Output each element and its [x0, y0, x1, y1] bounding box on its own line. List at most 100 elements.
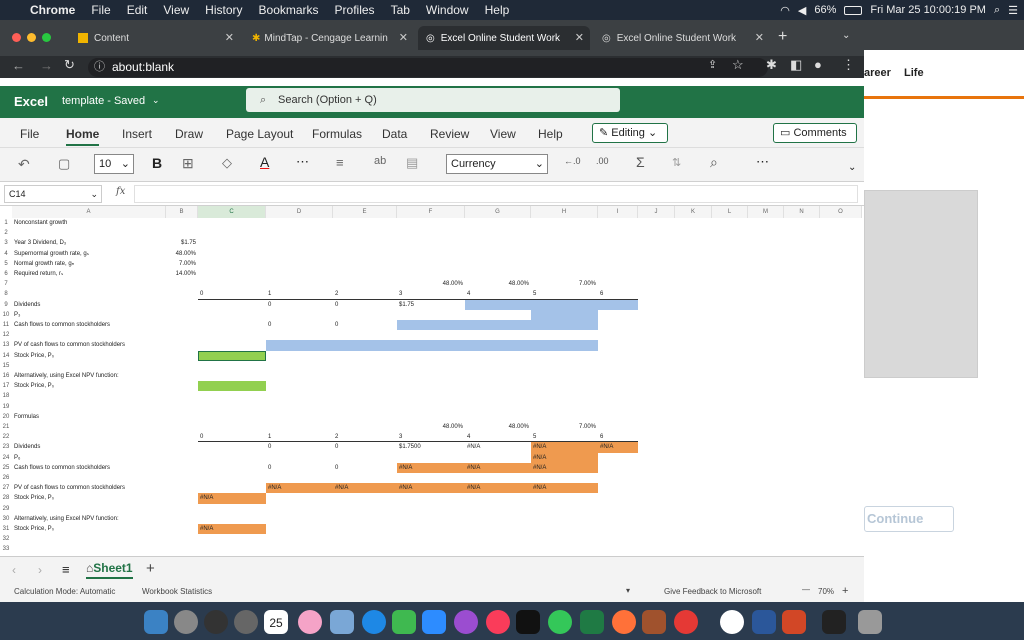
cell[interactable]: 7.00%: [531, 422, 596, 432]
close-tab-icon[interactable]: ✕: [399, 31, 408, 44]
menu-tab[interactable]: Tab: [391, 3, 410, 17]
column-header-j[interactable]: J: [638, 206, 675, 218]
increase-decimal-icon[interactable]: ←.0: [564, 156, 581, 166]
cell[interactable]: 7.00%: [531, 279, 596, 289]
name-box[interactable]: C14 ⌄: [4, 185, 102, 203]
column-header-a[interactable]: A: [12, 206, 166, 218]
autosum-icon[interactable]: Σ: [636, 154, 645, 170]
cell[interactable]: $1.75: [166, 238, 196, 248]
cell[interactable]: #N/A: [335, 483, 348, 493]
row-header[interactable]: 31: [0, 524, 12, 534]
close-tab-icon[interactable]: ✕: [575, 31, 584, 44]
cell[interactable]: #N/A: [533, 453, 546, 463]
calendar-icon[interactable]: 25: [264, 610, 288, 634]
cell[interactable]: Alternatively, using Excel NPV function:: [14, 371, 119, 381]
row-header[interactable]: 24: [0, 453, 12, 463]
cell[interactable]: 0: [335, 320, 338, 330]
cell[interactable]: 4: [467, 289, 470, 299]
wrap-text-icon[interactable]: ab: [374, 155, 386, 167]
merge-icon[interactable]: ▤: [406, 155, 418, 171]
menu-edit[interactable]: Edit: [127, 3, 148, 17]
decrease-decimal-icon[interactable]: .00: [596, 156, 609, 166]
close-tab-icon[interactable]: ✕: [755, 31, 764, 44]
column-header-d[interactable]: D: [266, 206, 333, 218]
row-header[interactable]: 6: [0, 269, 12, 279]
row-header[interactable]: 3: [0, 238, 12, 248]
back-icon[interactable]: ←: [12, 58, 25, 73]
close-window-icon[interactable]: [12, 33, 21, 42]
column-header-l[interactable]: L: [712, 206, 748, 218]
extensions-icon[interactable]: ✱: [766, 57, 777, 73]
safari-icon[interactable]: [362, 610, 386, 634]
column-header-c[interactable]: C: [198, 206, 266, 218]
font-color-icon[interactable]: A: [260, 154, 269, 170]
menu-bookmarks[interactable]: Bookmarks: [259, 3, 319, 17]
control-center-icon[interactable]: ☰: [1008, 4, 1018, 17]
sheet-tab-sheet1[interactable]: ⌂Sheet1: [86, 561, 133, 579]
cell[interactable]: #N/A: [533, 483, 546, 493]
chevron-down-icon[interactable]: ⌄: [152, 95, 160, 106]
zoom-window-icon[interactable]: [42, 33, 51, 42]
word-icon[interactable]: [752, 610, 776, 634]
cell[interactable]: Stock Price, P₀: [14, 493, 54, 503]
browser-tab[interactable]: ✱ MindTap - Cengage Learnin ✕: [244, 26, 414, 50]
cell[interactable]: 7.00%: [166, 259, 196, 269]
cell[interactable]: 0: [200, 289, 203, 299]
photos-icon[interactable]: [298, 610, 322, 634]
next-sheet-icon[interactable]: ›: [38, 563, 42, 577]
row-header[interactable]: 26: [0, 473, 12, 483]
column-header-o[interactable]: O: [820, 206, 862, 218]
column-header-f[interactable]: F: [397, 206, 465, 218]
cell[interactable]: Dividends: [14, 442, 40, 452]
photo-booth-icon[interactable]: [642, 610, 666, 634]
tab-view[interactable]: View: [490, 127, 516, 141]
tab-page-layout[interactable]: Page Layout: [226, 127, 293, 141]
cell[interactable]: 3: [399, 289, 402, 299]
cell[interactable]: 48.00%: [166, 249, 196, 259]
row-header[interactable]: 13: [0, 340, 12, 350]
feedback-link[interactable]: Give Feedback to Microsoft: [664, 587, 761, 596]
cell[interactable]: #N/A: [467, 483, 480, 493]
cell[interactable]: $1.75: [399, 300, 414, 310]
continue-button[interactable]: Continue: [864, 506, 954, 532]
excel-logo[interactable]: Excel: [14, 94, 48, 109]
cell[interactable]: 5: [533, 432, 536, 442]
cell[interactable]: Stock Price, P₀: [14, 524, 54, 534]
chrome-icon[interactable]: [720, 610, 744, 634]
row-header[interactable]: 32: [0, 534, 12, 544]
cell[interactable]: PV of cash flows to common stockholders: [14, 340, 125, 350]
cell[interactable]: 48.00%: [397, 422, 463, 432]
row-header[interactable]: 18: [0, 391, 12, 401]
cell[interactable]: Cash flows to common stockholders: [14, 463, 110, 473]
sort-filter-icon[interactable]: ⇅: [672, 156, 681, 169]
cell[interactable]: P₆: [14, 453, 20, 463]
zoom-app-icon[interactable]: [422, 610, 446, 634]
more-icon[interactable]: ⋮: [842, 57, 855, 73]
number-format-select[interactable]: Currency ⌄: [446, 154, 548, 174]
row-header[interactable]: 17: [0, 381, 12, 391]
cell[interactable]: $1.7500: [399, 442, 421, 452]
cell[interactable]: 0: [268, 320, 271, 330]
column-header-m[interactable]: M: [748, 206, 784, 218]
column-header-k[interactable]: K: [675, 206, 712, 218]
menu-window[interactable]: Window: [426, 3, 469, 17]
undo-icon[interactable]: ↶: [18, 156, 30, 173]
status-dropdown-icon[interactable]: ▾: [626, 586, 630, 595]
cell[interactable]: Stock Price, P₀: [14, 351, 54, 361]
font-size-select[interactable]: 10 ⌄: [94, 154, 134, 174]
cell[interactable]: 48.00%: [465, 422, 529, 432]
more-commands-icon[interactable]: ⋯: [756, 154, 769, 170]
podcasts-icon[interactable]: [454, 610, 478, 634]
row-header[interactable]: 8: [0, 289, 12, 299]
menu-profiles[interactable]: Profiles: [335, 3, 375, 17]
row-header[interactable]: 7: [0, 279, 12, 289]
row-header[interactable]: 15: [0, 361, 12, 371]
column-header-n[interactable]: N: [784, 206, 820, 218]
align-icon[interactable]: ≡: [336, 155, 344, 170]
battery-icon[interactable]: [844, 5, 863, 15]
more-font-icon[interactable]: ⋯: [296, 154, 309, 170]
menu-app-name[interactable]: Chrome: [30, 3, 75, 17]
cell[interactable]: Cash flows to common stockholders: [14, 320, 110, 330]
borders-icon[interactable]: ⊞: [182, 155, 194, 172]
news-icon[interactable]: [674, 610, 698, 634]
